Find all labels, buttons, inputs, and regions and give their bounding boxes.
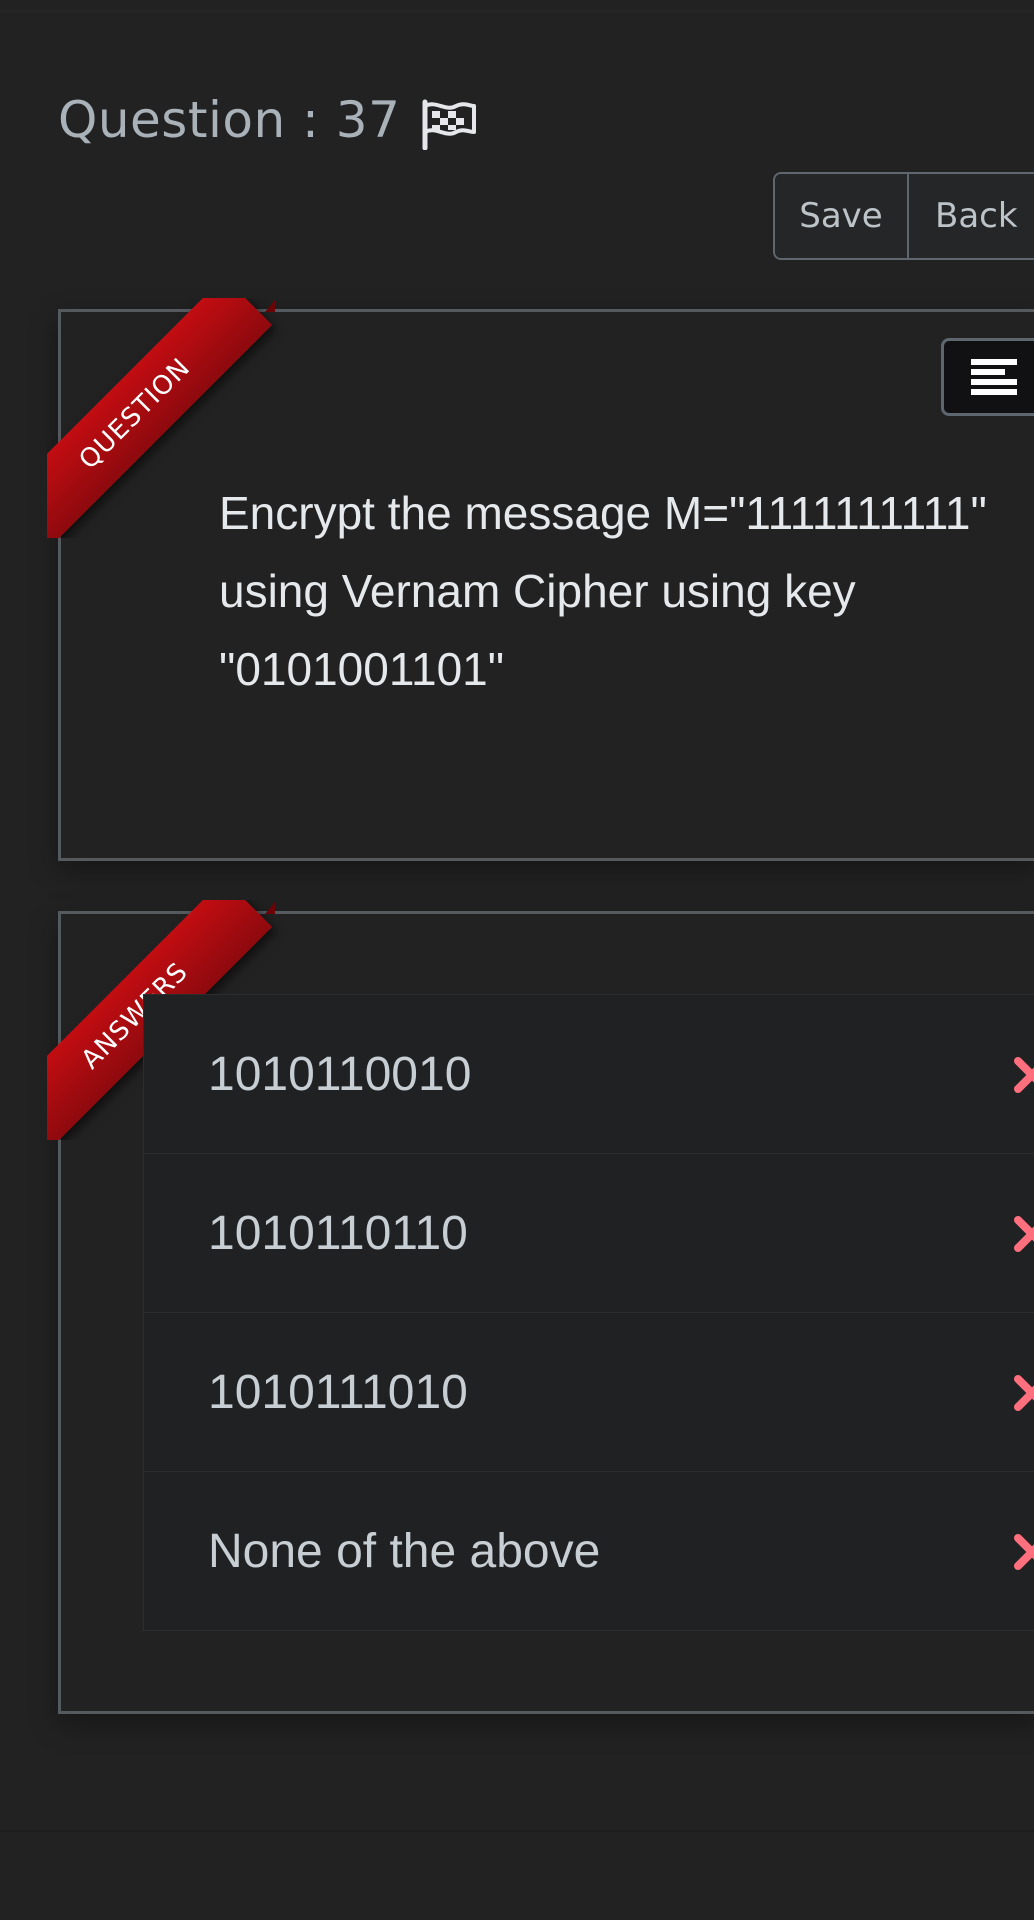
question-text: Encrypt the message M="1111111111" using… bbox=[219, 487, 987, 695]
answer-text: 1010110110 bbox=[208, 1206, 468, 1260]
answer-option-2[interactable]: 1010110110 bbox=[143, 1153, 1034, 1312]
answers-list: 1010110010 1010110110 1010111010 None of… bbox=[143, 994, 1034, 1631]
x-icon[interactable] bbox=[1012, 1532, 1034, 1572]
page: Question : 37 Save Back QUESTION Encrypt… bbox=[0, 0, 1034, 1920]
ribbon-fold bbox=[265, 300, 275, 312]
action-button-group: Save Back bbox=[773, 172, 1034, 260]
bottom-divider bbox=[0, 1830, 1034, 1832]
ribbon-fold bbox=[265, 902, 275, 914]
text-align-button[interactable] bbox=[941, 338, 1034, 416]
answer-option-1[interactable]: 1010110010 bbox=[143, 994, 1034, 1153]
answer-text: 1010111010 bbox=[208, 1365, 468, 1419]
answer-option-3[interactable]: 1010111010 bbox=[143, 1312, 1034, 1471]
x-icon[interactable] bbox=[1012, 1373, 1034, 1413]
answers-panel: ANSWERS 1010110010 1010110110 1010111010 bbox=[47, 900, 1034, 1714]
question-number: Question : 37 bbox=[58, 91, 401, 149]
question-panel: QUESTION Encrypt the message M="11111111… bbox=[47, 298, 1034, 861]
answer-option-4[interactable]: None of the above bbox=[143, 1471, 1034, 1631]
save-button[interactable]: Save bbox=[775, 174, 909, 258]
answer-text: None of the above bbox=[208, 1524, 601, 1578]
flag-icon[interactable] bbox=[420, 98, 478, 150]
top-divider bbox=[0, 10, 1034, 12]
x-icon[interactable] bbox=[1012, 1214, 1034, 1254]
answer-text: 1010110010 bbox=[208, 1047, 472, 1101]
back-button[interactable]: Back bbox=[909, 174, 1034, 258]
align-left-icon bbox=[971, 359, 1017, 395]
x-icon[interactable] bbox=[1012, 1055, 1034, 1095]
